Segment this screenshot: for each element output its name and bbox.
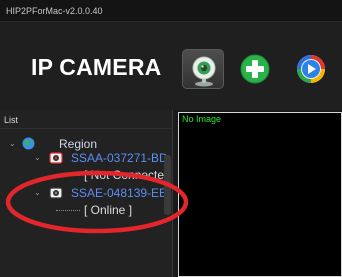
tree-connector (56, 175, 80, 177)
tree-item-device[interactable]: SSAA-037271-BD (71, 150, 169, 166)
panel-header: List (0, 115, 173, 129)
webcam-icon (192, 56, 216, 87)
device-chevron-icon[interactable]: ⌄ (34, 150, 44, 166)
sidebar-scrollbar[interactable] (164, 155, 171, 215)
device-status: [ Online ] (84, 203, 133, 217)
tree-connector (56, 210, 80, 212)
camera-device-icon (49, 151, 63, 165)
plus-circle-icon (240, 54, 270, 84)
play-circle-icon (297, 55, 325, 83)
tree-item-device[interactable]: SSAE-048139-EE (71, 185, 169, 201)
device-status: [ Not Connecte (84, 168, 165, 182)
camera-view-button[interactable] (182, 49, 224, 89)
video-panel[interactable]: No Image (178, 112, 342, 277)
app-header: IP CAMERA (0, 22, 342, 110)
window-titlebar: HIP2PForMac-v2.0.0.40 (0, 0, 342, 22)
app-window: HIP2PForMac-v2.0.0.40 IP CAMERA List ⌄ R… (0, 0, 342, 277)
window-title: HIP2PForMac-v2.0.0.40 (6, 6, 103, 16)
app-title: IP CAMERA (31, 54, 162, 80)
globe-icon (22, 137, 35, 150)
add-device-button[interactable] (234, 49, 276, 89)
camera-device-icon (49, 186, 63, 200)
device-chevron-icon[interactable]: ⌄ (34, 185, 44, 201)
device-list-panel: List ⌄ Region ⌄ SSAA-037271-BD [ Not Con… (0, 110, 173, 277)
playback-button[interactable] (290, 49, 332, 89)
video-status-label: No Image (182, 114, 222, 124)
region-chevron-icon[interactable]: ⌄ (9, 136, 19, 152)
